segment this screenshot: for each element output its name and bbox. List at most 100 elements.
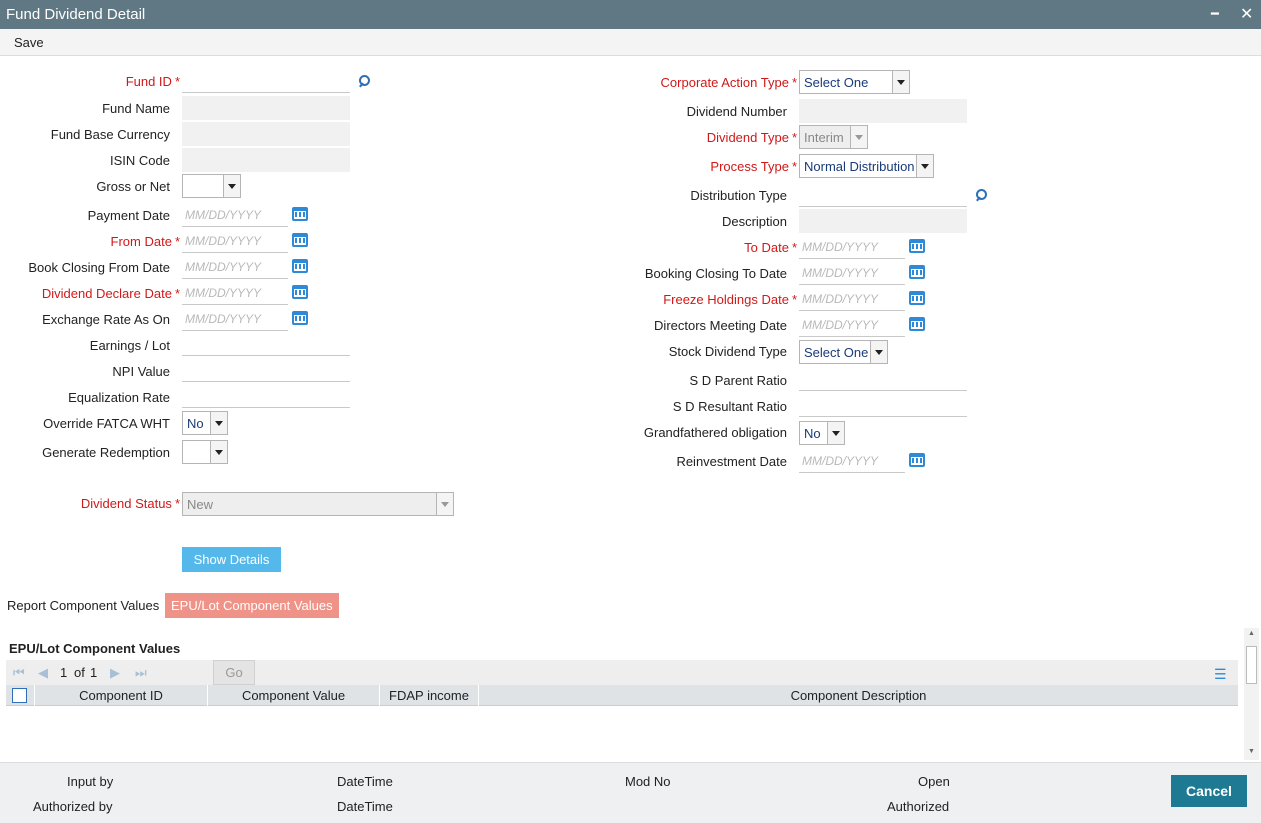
- reinvestment-date-input[interactable]: MM/DD/YYYY: [799, 449, 905, 473]
- dividend-type-value: Interim: [804, 130, 844, 145]
- save-button[interactable]: Save: [14, 35, 44, 50]
- grid-scrollbar[interactable]: ▲ ▼: [1244, 628, 1259, 760]
- fund-name-label: Fund Name: [102, 101, 170, 116]
- tab-epu-lot-component-values[interactable]: EPU/Lot Component Values: [165, 593, 339, 618]
- calendar-icon[interactable]: [909, 453, 925, 467]
- generate-redemption-label: Generate Redemption: [42, 445, 170, 460]
- last-page-icon[interactable]: ⏭: [135, 665, 147, 681]
- isin-code-label: ISIN Code: [110, 153, 170, 168]
- select-all-checkbox[interactable]: [12, 688, 27, 703]
- exchange-rate-as-on-input[interactable]: MM/DD/YYYY: [182, 307, 288, 331]
- equalization-rate-label: Equalization Rate: [68, 390, 170, 405]
- booking-closing-to-date-label: Booking Closing To Date: [644, 266, 787, 281]
- fund-id-label: Fund ID *: [125, 74, 180, 89]
- sd-parent-ratio-input[interactable]: [799, 367, 967, 391]
- calendar-icon[interactable]: [292, 233, 308, 247]
- grid-header: Component ID Component Value FDAP income…: [6, 685, 1238, 706]
- to-date-input[interactable]: MM/DD/YYYY: [799, 235, 905, 259]
- col-component-value[interactable]: Component Value: [208, 685, 380, 706]
- corporate-action-type-label: Corporate Action Type *: [660, 75, 797, 90]
- freeze-holdings-date-input[interactable]: MM/DD/YYYY: [799, 287, 905, 311]
- process-type-select[interactable]: Normal Distribution: [799, 154, 934, 178]
- calendar-icon[interactable]: [909, 239, 925, 253]
- isin-code-field: [182, 148, 350, 172]
- previous-page-icon[interactable]: ◀: [38, 665, 48, 681]
- scroll-down-icon[interactable]: ▼: [1248, 748, 1255, 755]
- from-date-input[interactable]: MM/DD/YYYY: [182, 229, 288, 253]
- grid-title: EPU/Lot Component Values: [9, 641, 181, 656]
- npi-value-input[interactable]: [182, 358, 350, 382]
- grandfathered-obligation-select[interactable]: No: [799, 421, 845, 445]
- corporate-action-type-select[interactable]: Select One: [799, 70, 910, 94]
- show-details-button[interactable]: Show Details: [182, 547, 281, 572]
- booking-closing-to-date-input[interactable]: MM/DD/YYYY: [799, 261, 905, 285]
- description-field: [799, 209, 967, 233]
- corporate-action-type-value: Select One: [804, 75, 869, 90]
- scroll-up-icon[interactable]: ▲: [1248, 630, 1255, 637]
- search-icon[interactable]: [358, 75, 370, 87]
- from-date-label: From Date *: [110, 234, 180, 249]
- chevron-down-icon: [850, 126, 867, 148]
- override-fatca-wht-label: Override FATCA WHT: [43, 416, 170, 431]
- distribution-type-input[interactable]: [799, 183, 967, 207]
- scroll-thumb[interactable]: [1246, 646, 1257, 684]
- sd-parent-ratio-label: S D Parent Ratio: [689, 373, 787, 388]
- calendar-icon[interactable]: [909, 265, 925, 279]
- chevron-down-icon: [892, 71, 909, 93]
- minimize-icon[interactable]: ━: [1211, 6, 1219, 22]
- sd-resultant-ratio-input[interactable]: [799, 393, 967, 417]
- dividend-number-field: [799, 99, 967, 123]
- window-title: Fund Dividend Detail: [6, 6, 146, 23]
- fund-id-input[interactable]: [182, 69, 350, 93]
- chevron-down-icon: [436, 493, 453, 515]
- equalization-rate-input[interactable]: [182, 384, 350, 408]
- dividend-status-value: New: [187, 497, 214, 512]
- calendar-icon[interactable]: [292, 311, 308, 325]
- authorized-by-label: Authorized by: [33, 799, 113, 814]
- calendar-icon[interactable]: [292, 207, 308, 221]
- col-fdap-income[interactable]: FDAP income: [380, 685, 479, 706]
- book-closing-from-date-label: Book Closing From Date: [28, 260, 170, 275]
- gross-or-net-select[interactable]: [182, 174, 241, 198]
- earnings-lot-label: Earnings / Lot: [89, 338, 170, 353]
- column-list-icon[interactable]: ☰: [1214, 666, 1227, 683]
- tab-report-component-values[interactable]: Report Component Values: [1, 593, 165, 618]
- close-icon[interactable]: ✕: [1240, 4, 1253, 24]
- sd-resultant-ratio-label: S D Resultant Ratio: [672, 399, 787, 414]
- grandfathered-obligation-value: No: [804, 426, 821, 441]
- cancel-button[interactable]: Cancel: [1171, 775, 1247, 807]
- directors-meeting-date-input[interactable]: MM/DD/YYYY: [799, 313, 905, 337]
- calendar-icon[interactable]: [292, 259, 308, 273]
- authorized-datetime-label: DateTime: [337, 799, 393, 814]
- col-component-description[interactable]: Component Description: [479, 685, 1238, 706]
- override-fatca-wht-select[interactable]: No: [182, 411, 228, 435]
- dividend-declare-date-input[interactable]: MM/DD/YYYY: [182, 281, 288, 305]
- exchange-rate-as-on-label: Exchange Rate As On: [42, 312, 170, 327]
- dividend-type-label: Dividend Type *: [706, 130, 797, 145]
- calendar-icon[interactable]: [909, 291, 925, 305]
- generate-redemption-select[interactable]: [182, 440, 228, 464]
- fund-base-currency-field: [182, 122, 350, 146]
- open-label: Open: [918, 774, 950, 789]
- chevron-down-icon: [223, 175, 240, 197]
- next-page-icon[interactable]: ▶: [110, 665, 120, 681]
- dividend-declare-date-label: Dividend Declare Date *: [41, 286, 180, 301]
- payment-date-label: Payment Date: [87, 208, 170, 223]
- calendar-icon[interactable]: [292, 285, 308, 299]
- earnings-lot-input[interactable]: [182, 332, 350, 356]
- col-component-id[interactable]: Component ID: [35, 685, 208, 706]
- calendar-icon[interactable]: [909, 317, 925, 331]
- select-all-cell: [6, 685, 35, 706]
- directors-meeting-date-label: Directors Meeting Date: [654, 318, 787, 333]
- book-closing-from-date-input[interactable]: MM/DD/YYYY: [182, 255, 288, 279]
- npi-value-label: NPI Value: [112, 364, 170, 379]
- stock-dividend-type-select[interactable]: Select One: [799, 340, 888, 364]
- stock-dividend-type-label: Stock Dividend Type: [668, 344, 787, 359]
- stock-dividend-type-value: Select One: [804, 345, 869, 360]
- search-icon[interactable]: [975, 189, 987, 201]
- go-button[interactable]: Go: [213, 660, 255, 685]
- payment-date-input[interactable]: MM/DD/YYYY: [182, 203, 288, 227]
- chevron-down-icon: [210, 441, 227, 463]
- first-page-icon[interactable]: ⏮: [13, 665, 25, 681]
- freeze-holdings-date-label: Freeze Holdings Date *: [663, 292, 797, 307]
